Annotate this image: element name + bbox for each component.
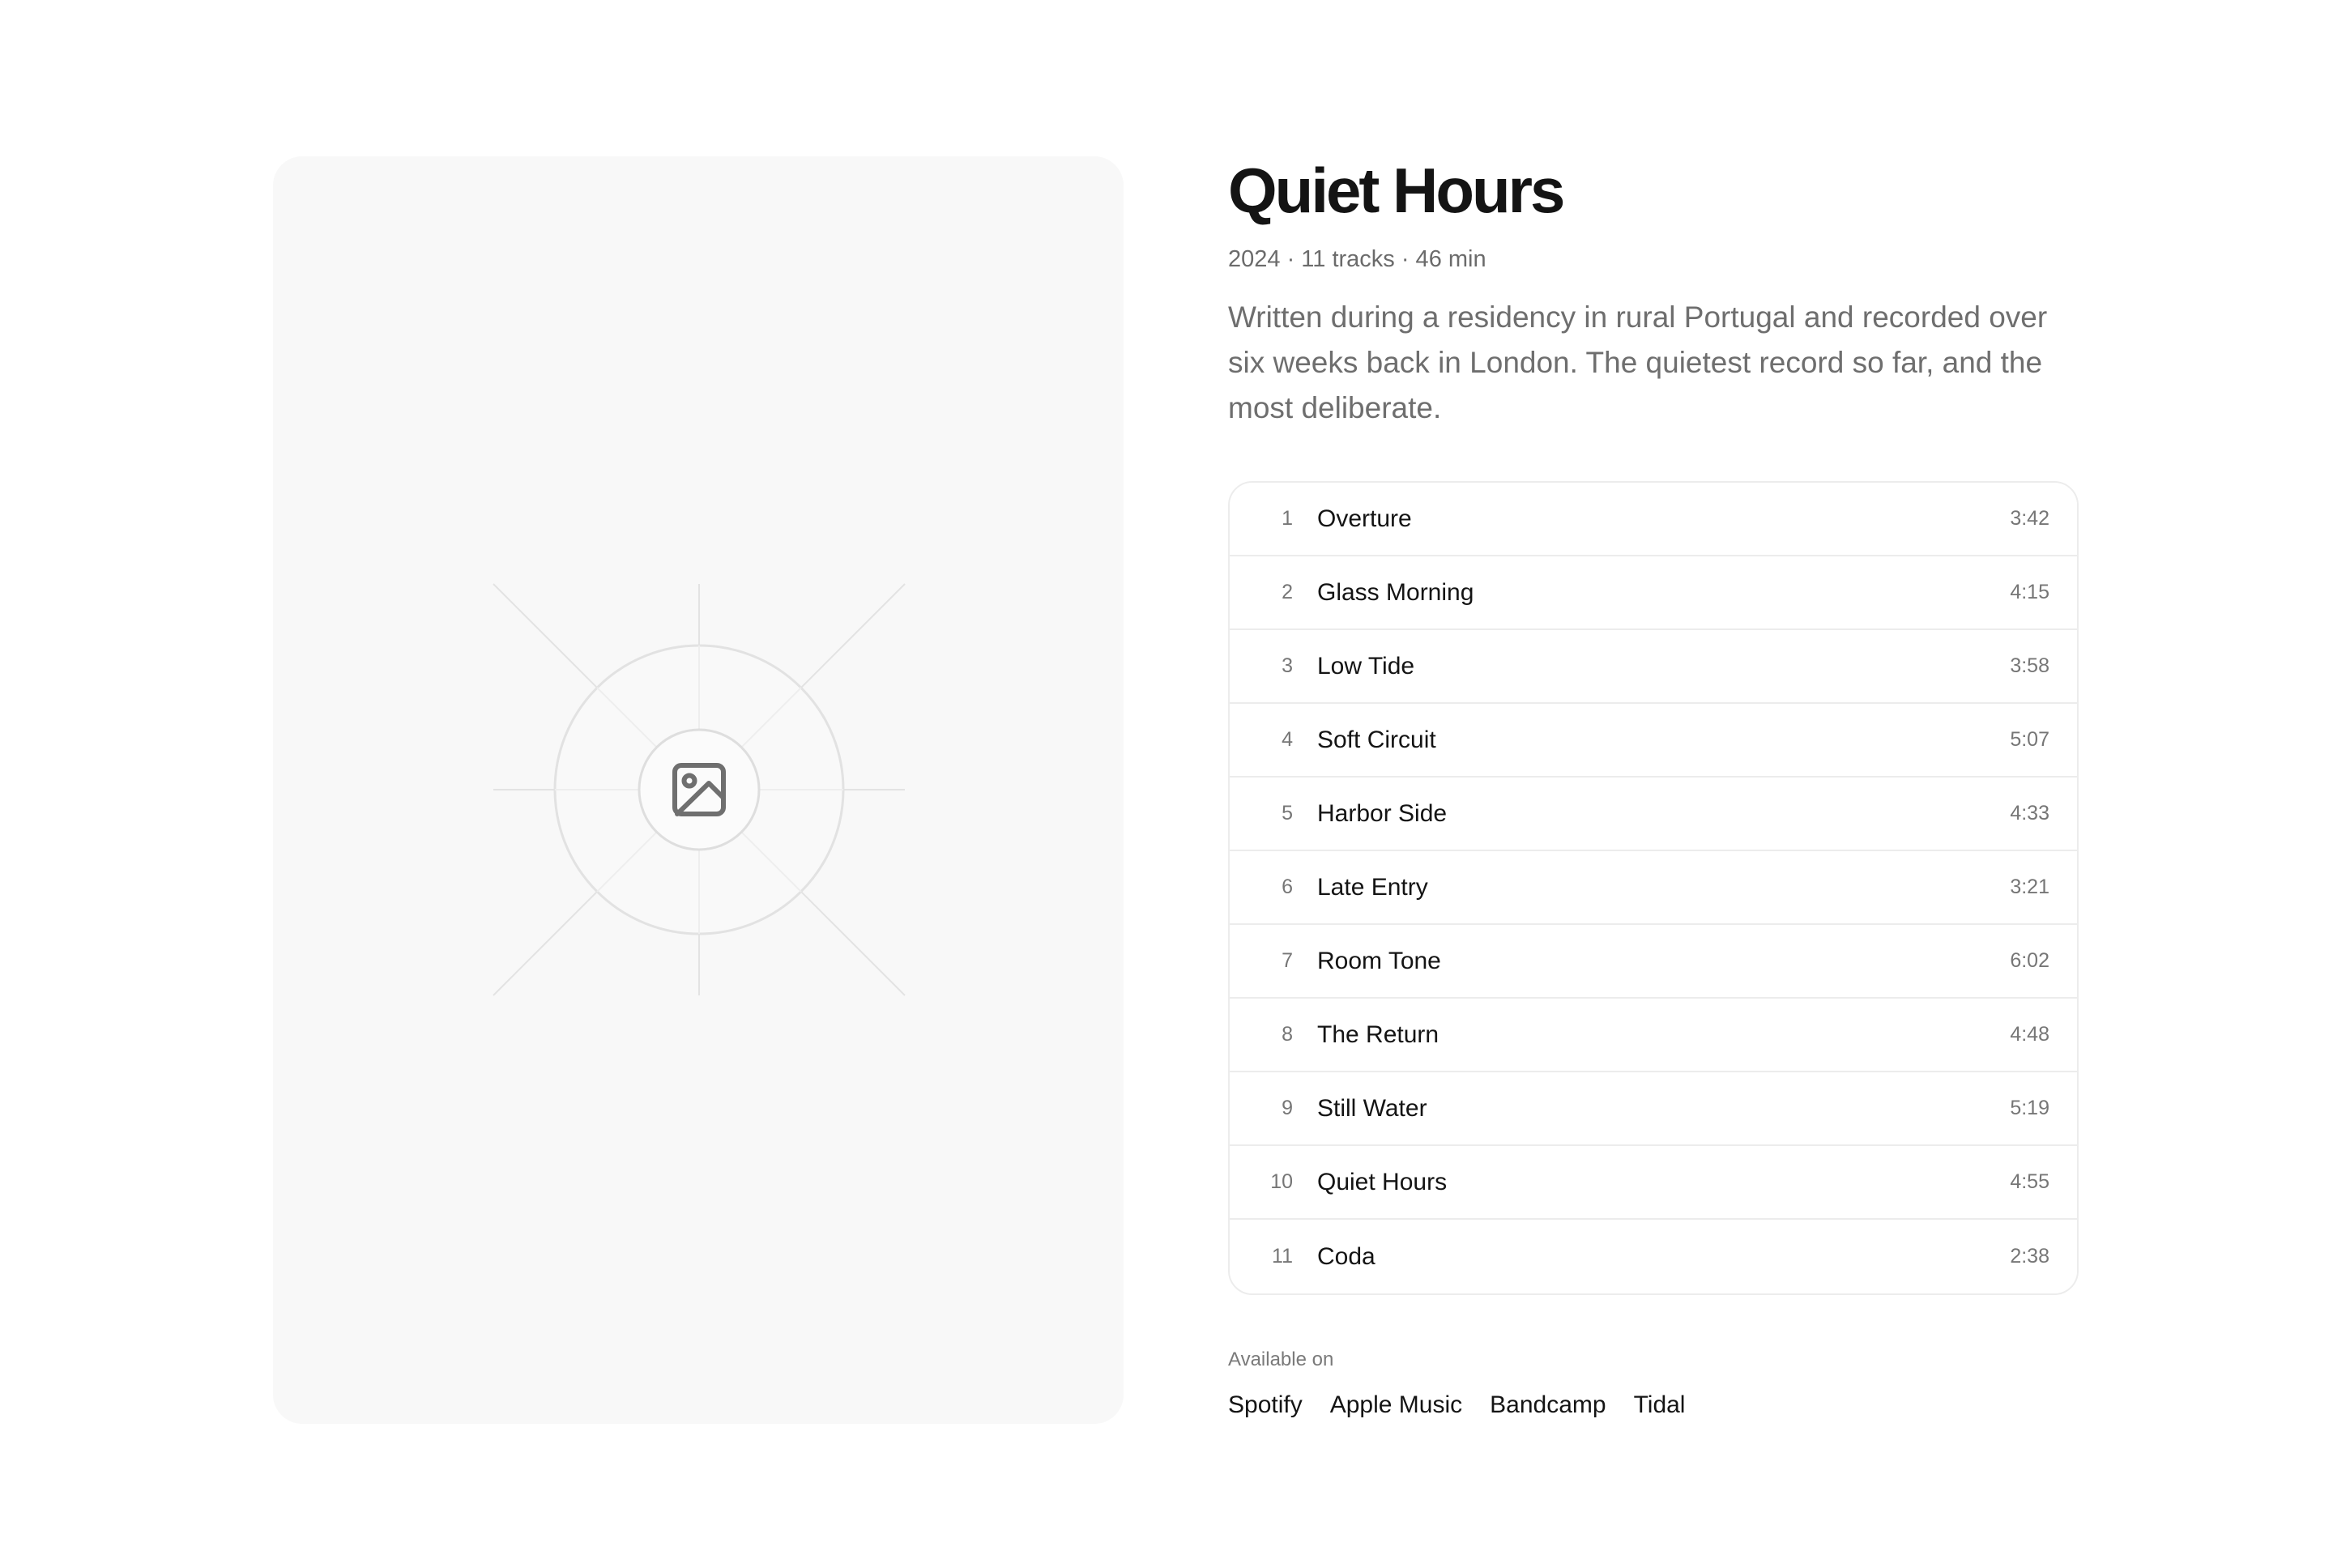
album-description: Written during a residency in rural Port…	[1228, 300, 2048, 424]
track-duration: 6:02	[2010, 949, 2049, 972]
track-number: 2	[1282, 581, 1293, 603]
track-title: The Return	[1317, 1020, 1439, 1048]
track-row[interactable]: 11 Coda 2:38	[1230, 1220, 2077, 1293]
track-number: 9	[1282, 1097, 1293, 1119]
track-duration: 5:07	[2010, 728, 2049, 751]
track-number: 8	[1282, 1023, 1293, 1046]
track-duration: 4:33	[2010, 802, 2049, 824]
track-row[interactable]: 1 Overture 3:42	[1230, 483, 2077, 556]
track-number: 6	[1282, 876, 1293, 898]
track-duration: 3:21	[2010, 876, 2049, 898]
track-row[interactable]: 4 Soft Circuit 5:07	[1230, 704, 2077, 778]
track-row[interactable]: 10 Quiet Hours 4:55	[1230, 1146, 2077, 1220]
track-number: 5	[1282, 802, 1293, 824]
track-duration: 4:48	[2010, 1023, 2049, 1046]
track-number: 1	[1282, 507, 1293, 530]
track-title: Late Entry	[1317, 873, 1428, 901]
album-meta: 2024 · 11 tracks · 46 min	[1228, 246, 1486, 272]
track-number: 10	[1270, 1170, 1293, 1193]
track-duration: 5:19	[2010, 1097, 2049, 1119]
platform-link-bandcamp[interactable]: Bandcamp	[1490, 1389, 1606, 1421]
track-row[interactable]: 5 Harbor Side 4:33	[1230, 778, 2077, 851]
platform-link-spotify[interactable]: Spotify	[1228, 1389, 1303, 1421]
track-number: 4	[1282, 728, 1293, 751]
track-duration: 4:15	[2010, 581, 2049, 603]
album-info: Quiet Hours 2024 · 11 tracks · 46 min Wr…	[1228, 154, 2082, 1421]
album-page: Quiet Hours 2024 · 11 tracks · 46 min Wr…	[0, 0, 2333, 1568]
track-title: Glass Morning	[1317, 578, 1474, 606]
tracklist: 1 Overture 3:42 2 Glass Morning 4:15 3 L…	[1228, 481, 2079, 1295]
cover-placeholder-graphic	[493, 583, 906, 996]
track-row[interactable]: 8 The Return 4:48	[1230, 999, 2077, 1072]
track-row[interactable]: 6 Late Entry 3:21	[1230, 851, 2077, 925]
platform-link-apple-music[interactable]: Apple Music	[1330, 1389, 1462, 1421]
track-title: Soft Circuit	[1317, 726, 1436, 753]
platform-link-tidal[interactable]: Tidal	[1634, 1389, 1686, 1421]
track-title: Harbor Side	[1317, 799, 1448, 827]
track-title: Coda	[1317, 1242, 1375, 1270]
track-number: 7	[1282, 949, 1293, 972]
track-duration: 3:58	[2010, 654, 2049, 677]
track-row[interactable]: 3 Low Tide 3:58	[1230, 630, 2077, 704]
platform-links: Spotify Apple Music Bandcamp Tidal	[1228, 1389, 2082, 1421]
track-title: Quiet Hours	[1317, 1168, 1448, 1195]
track-duration: 4:55	[2010, 1170, 2049, 1193]
track-number: 11	[1272, 1245, 1293, 1268]
track-duration: 3:42	[2010, 507, 2049, 530]
track-title: Low Tide	[1317, 652, 1415, 680]
track-row[interactable]: 2 Glass Morning 4:15	[1230, 556, 2077, 630]
album-title: Quiet Hours	[1228, 155, 1565, 226]
track-duration: 2:38	[2010, 1245, 2049, 1268]
track-title: Room Tone	[1317, 947, 1441, 974]
track-title: Still Water	[1317, 1094, 1427, 1122]
track-row[interactable]: 9 Still Water 5:19	[1230, 1072, 2077, 1146]
track-row[interactable]: 7 Room Tone 6:02	[1230, 925, 2077, 999]
track-title: Overture	[1317, 505, 1412, 532]
track-number: 3	[1282, 654, 1293, 677]
available-on-label: Available on	[1228, 1349, 1334, 1370]
album-cover-placeholder	[273, 156, 1124, 1424]
